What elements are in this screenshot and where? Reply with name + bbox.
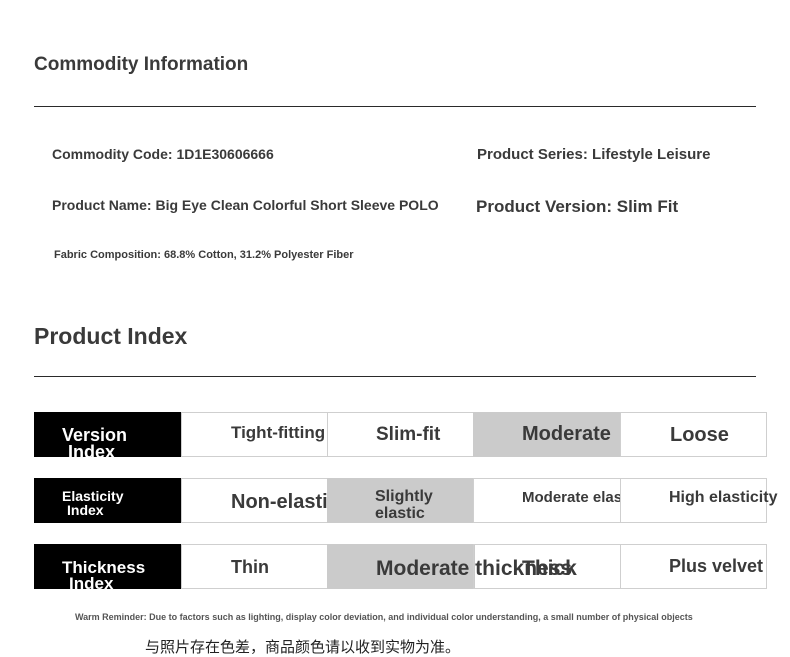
commodity-heading: Commodity Information (34, 54, 249, 75)
thickness-option-thick: Thick (473, 544, 621, 589)
fabric-composition: Fabric Composition: 68.8% Cotton, 31.2% … (54, 249, 354, 261)
elasticity-option-moderate-elasticity: Moderate elasticity (473, 478, 657, 523)
option-label: Tight-fitting (231, 423, 326, 442)
version-index-label: Version Index (34, 412, 181, 457)
thickness-index-label-line2: Index (69, 574, 114, 589)
thickness-option-moderate-thickness: Moderate thickness (327, 544, 572, 589)
thickness-index-label: Thickness Index (34, 544, 181, 589)
option-label: Thick (522, 557, 577, 580)
version-option-slim-fit: Slim-fit (327, 412, 474, 457)
product-version: Product Version: Slim Fit (476, 197, 679, 216)
option-label: Moderate (522, 423, 611, 445)
product-name: Product Name: Big Eye Clean Colorful Sho… (52, 197, 439, 213)
option-label: Loose (670, 424, 729, 446)
version-option-moderate: Moderate (473, 412, 621, 457)
version-option-tight-fitting: Tight-fitting (181, 412, 328, 457)
warm-reminder: Warm Reminder: Due to factors such as li… (75, 612, 693, 622)
elasticity-index-row: Elasticity Index Non-elastic Slightly el… (34, 478, 777, 523)
version-index-label-line2: Index (68, 442, 116, 457)
index-heading: Product Index (34, 323, 188, 349)
thickness-option-plus-velvet: Plus velvet (620, 544, 767, 589)
commodity-divider (34, 106, 756, 107)
thickness-index-row: Thickness Index Thin Moderate thickness … (34, 544, 767, 589)
option-label: Slim-fit (376, 424, 441, 445)
version-index-row: Version Index Tight-fitting Slim-fit Mod… (34, 412, 767, 457)
commodity-code: Commodity Code: 1D1E30606666 (52, 146, 274, 162)
product-series: Product Series: Lifestyle Leisure (477, 146, 711, 163)
elasticity-option-high-elasticity: High elasticity (620, 478, 777, 523)
thickness-option-thin: Thin (181, 544, 328, 589)
elasticity-index-label: Elasticity Index (34, 478, 181, 523)
version-option-loose: Loose (620, 412, 767, 457)
option-label: Non-elastic (231, 491, 339, 513)
option-label: Plus velvet (669, 556, 764, 576)
option-label: High elasticity (669, 489, 778, 506)
elasticity-option-slightly-elastic: Slightly elastic (327, 478, 475, 523)
elasticity-index-label-line2: Index (67, 502, 104, 518)
option-label: Slightly elastic (375, 488, 433, 522)
index-divider (34, 376, 756, 377)
elasticity-option-non-elastic: Non-elastic (181, 478, 339, 523)
option-label: Thin (231, 557, 269, 577)
